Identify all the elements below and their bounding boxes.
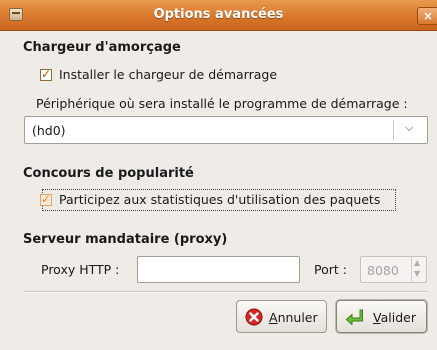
port-spinbutton[interactable]: 8080 ▲ ▼ xyxy=(360,256,427,283)
spin-up-icon[interactable]: ▲ xyxy=(414,258,420,267)
combo-separator xyxy=(393,120,394,140)
device-value: (hd0) xyxy=(32,123,66,138)
install-bootloader-checkbox[interactable] xyxy=(40,67,52,81)
participate-checkbox[interactable] xyxy=(40,192,52,206)
device-combobox[interactable]: (hd0) ⌵ xyxy=(24,116,428,144)
cancel-icon xyxy=(245,308,263,326)
install-bootloader-label[interactable]: Installer le chargeur de démarrage xyxy=(59,67,277,82)
close-icon: × xyxy=(422,9,434,23)
cancel-button[interactable]: Annuler xyxy=(236,300,327,333)
chevron-down-icon[interactable]: ⌵ xyxy=(405,121,413,135)
port-value: 8080 xyxy=(367,263,399,278)
cancel-label: Annuler xyxy=(269,310,318,325)
spin-down-icon[interactable]: ▼ xyxy=(414,269,420,278)
bootloader-section-title: Chargeur d'amorçage xyxy=(23,40,181,55)
proxy-http-label: Proxy HTTP : xyxy=(41,262,120,277)
enter-arrow-icon xyxy=(346,309,363,325)
device-label: Périphérique où sera installé le program… xyxy=(36,96,408,111)
close-button[interactable]: × xyxy=(417,7,437,25)
ok-button[interactable]: Valider xyxy=(336,300,427,333)
participate-label[interactable]: Participez aux statistiques d'utilisatio… xyxy=(59,192,380,207)
popularity-section-title: Concours de popularité xyxy=(23,166,194,181)
button-divider xyxy=(23,291,427,293)
ok-label: Valider xyxy=(373,310,416,325)
proxy-http-input[interactable] xyxy=(137,256,300,283)
port-label: Port : xyxy=(314,262,347,277)
spin-buttons[interactable]: ▲ ▼ xyxy=(411,257,426,282)
window-title: Options avancées xyxy=(153,7,284,22)
title-bar[interactable]: Options avancées × xyxy=(0,0,437,31)
proxy-section-title: Serveur mandataire (proxy) xyxy=(23,232,228,247)
